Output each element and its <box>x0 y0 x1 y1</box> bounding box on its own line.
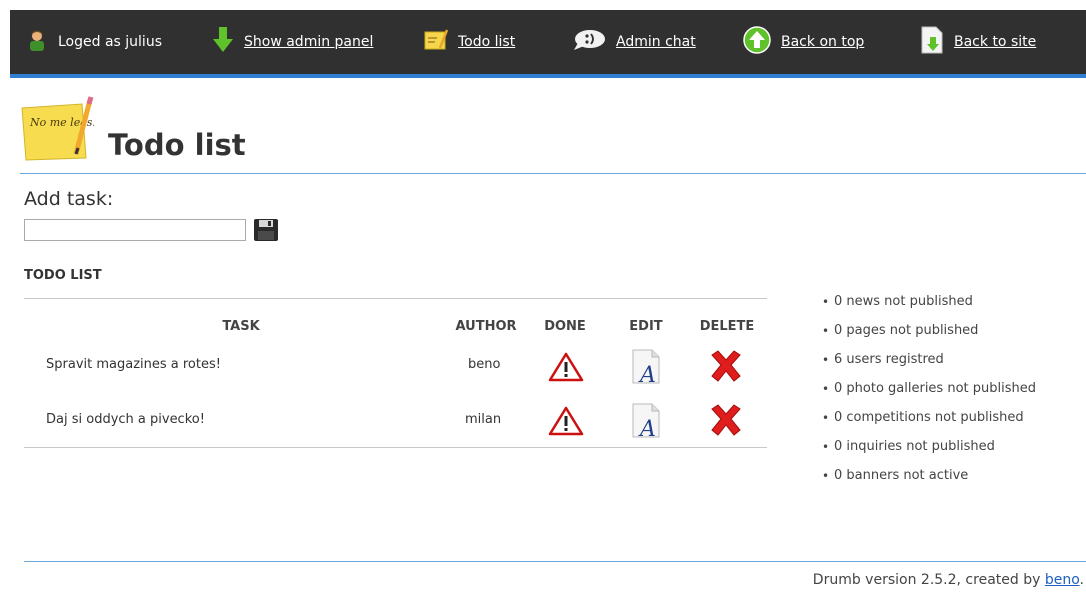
chat-bubble-icon <box>572 29 606 55</box>
svg-text:A: A <box>638 417 656 439</box>
column-header-task: TASK <box>222 319 260 334</box>
footer-divider <box>24 561 1086 562</box>
logged-user-label: Loged as julius <box>58 34 162 50</box>
stat-news: 0 news not published <box>822 292 1052 312</box>
down-arrow-icon <box>212 27 234 57</box>
stat-banners: 0 banners not active <box>822 466 1052 486</box>
footer-version-text: Drumb version 2.5.2, created by <box>812 572 1041 588</box>
footer: Drumb version 2.5.2, created by beno. <box>813 572 1084 588</box>
user-info: Loged as julius <box>26 10 162 74</box>
save-icon[interactable] <box>253 218 279 246</box>
admin-top-bar: Loged as julius Show admin panel Todo li… <box>10 10 1086 78</box>
todo-list-link[interactable]: Todo list <box>458 34 515 50</box>
chat-nav[interactable]: Admin chat <box>572 10 696 74</box>
table-top-divider <box>24 298 767 299</box>
admin-panel-nav[interactable]: Show admin panel <box>212 10 373 74</box>
todo-list-heading: TODO LIST <box>24 268 102 283</box>
sticky-note-icon <box>424 28 449 56</box>
sticky-note-image: No me leas! <box>20 96 97 166</box>
show-admin-panel-link[interactable]: Show admin panel <box>244 34 373 50</box>
document-arrow-icon <box>920 26 944 58</box>
edit-document-icon[interactable]: A <box>630 349 664 389</box>
add-task-input[interactable] <box>24 219 246 241</box>
stat-galleries: 0 photo galleries not published <box>822 379 1052 399</box>
delete-x-icon[interactable] <box>708 349 744 387</box>
user-icon <box>26 29 48 55</box>
task-author: beno <box>468 357 501 372</box>
page-title: Todo list <box>108 128 246 162</box>
back-on-top-nav[interactable]: Back on top <box>743 10 864 74</box>
task-author: milan <box>465 412 502 427</box>
add-task-label: Add task: <box>24 188 114 210</box>
svg-text:A: A <box>638 363 656 385</box>
edit-document-icon[interactable]: A <box>630 403 664 443</box>
column-header-author: AUTHOR <box>455 319 517 334</box>
admin-chat-link[interactable]: Admin chat <box>616 34 696 50</box>
warning-icon[interactable] <box>548 352 584 386</box>
up-arrow-icon <box>743 26 771 58</box>
stat-inquiries: 0 inquiries not published <box>822 437 1052 457</box>
todo-nav[interactable]: Todo list <box>424 10 515 74</box>
column-header-delete: DELETE <box>699 319 755 334</box>
site-stats-list: 0 news not published 0 pages not publish… <box>822 292 1052 495</box>
table-bottom-divider <box>24 447 767 448</box>
back-to-site-link[interactable]: Back to site <box>954 34 1036 50</box>
footer-suffix: . <box>1079 572 1084 588</box>
stat-competitions: 0 competitions not published <box>822 408 1052 428</box>
delete-x-icon[interactable] <box>708 403 744 441</box>
stat-users: 6 users registred <box>822 350 1052 370</box>
back-to-site-nav[interactable]: Back to site <box>920 10 1036 74</box>
task-text: Daj si oddych a pivecko! <box>46 412 205 427</box>
column-header-edit: EDIT <box>629 319 663 334</box>
task-text: Spravit magazines a rotes! <box>46 357 221 372</box>
warning-icon[interactable] <box>548 406 584 440</box>
column-header-done: DONE <box>544 319 586 334</box>
stat-pages: 0 pages not published <box>822 321 1052 341</box>
back-on-top-link[interactable]: Back on top <box>781 34 864 50</box>
title-divider <box>20 173 1086 174</box>
footer-author-link[interactable]: beno <box>1045 572 1080 588</box>
